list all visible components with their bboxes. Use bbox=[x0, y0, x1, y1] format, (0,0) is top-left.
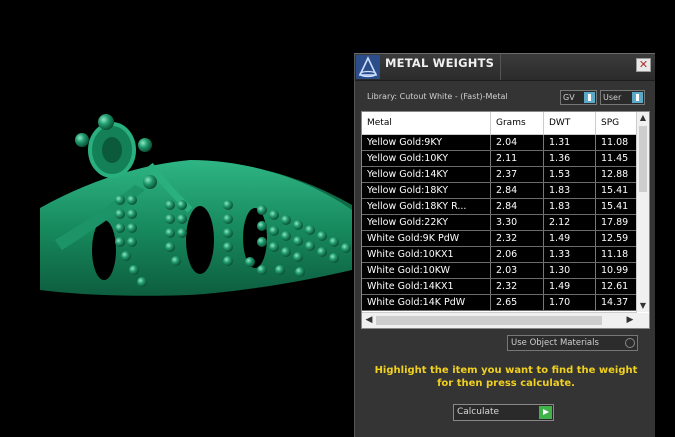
cell-metal: White Gold:10KX1 bbox=[362, 247, 491, 262]
scrollbar-corner bbox=[637, 313, 649, 328]
use-object-materials-toggle[interactable]: Use Object Materials bbox=[507, 335, 638, 351]
instruction-text: Highlight the item you want to find the … bbox=[374, 365, 638, 389]
3d-viewport[interactable] bbox=[0, 0, 355, 437]
cell-metal: White Gold:10KW bbox=[362, 263, 491, 278]
cell-spg: 15.41 bbox=[601, 185, 629, 196]
column-header-dwt[interactable]: DWT bbox=[544, 112, 596, 134]
table-row[interactable]: Yellow Gold:10KY 2.11 1.36 11.45 bbox=[362, 151, 637, 167]
cell-dwt: 1.49 bbox=[544, 279, 596, 294]
gv-toggle-indicator-icon bbox=[584, 92, 595, 103]
cell-metal: Yellow Gold:10KY bbox=[362, 151, 491, 166]
scroll-left-icon[interactable]: ◀ bbox=[362, 313, 376, 328]
table-row[interactable]: Yellow Gold:18KY R... 2.84 1.83 15.41 bbox=[362, 199, 637, 215]
close-button[interactable]: ✕ bbox=[636, 58, 651, 72]
cell-spg: 15.41 bbox=[601, 201, 629, 212]
cell-grams: 2.84 bbox=[491, 199, 544, 214]
cell-grams: 2.65 bbox=[491, 295, 544, 310]
table-header: Metal Grams DWT SPG bbox=[362, 112, 637, 135]
cell-grams: 2.03 bbox=[491, 263, 544, 278]
table-row[interactable]: Yellow Gold:9KY 2.04 1.31 11.08 bbox=[362, 135, 637, 151]
horizontal-scroll-thumb[interactable] bbox=[376, 316, 602, 325]
vertical-scroll-thumb[interactable] bbox=[639, 126, 647, 192]
cell-spg: 12.61 bbox=[601, 281, 629, 292]
metal-weights-table[interactable]: Metal Grams DWT SPG Yellow Gold:9KY 2.04 1… bbox=[361, 111, 650, 329]
cell-metal: White Gold:14KX1 bbox=[362, 279, 491, 294]
cell-spg: 11.45 bbox=[601, 153, 629, 164]
cell-spg: 11.18 bbox=[601, 249, 629, 260]
use-object-materials-label: Use Object Materials bbox=[511, 338, 599, 348]
scroll-down-icon[interactable]: ▼ bbox=[637, 300, 649, 312]
scroll-right-icon[interactable]: ▶ bbox=[623, 313, 637, 328]
cell-metal: Yellow Gold:14KY bbox=[362, 167, 491, 182]
cell-spg: 11.08 bbox=[601, 137, 629, 148]
calculate-button[interactable]: Calculate bbox=[453, 404, 554, 421]
cell-dwt: 1.49 bbox=[544, 231, 596, 246]
cell-metal: Yellow Gold:22KY bbox=[362, 215, 491, 230]
table-body: Yellow Gold:9KY 2.04 1.31 11.08 Yellow Gold:… bbox=[362, 135, 637, 311]
cell-spg: 14.37 bbox=[601, 297, 629, 308]
column-header-grams[interactable]: Grams bbox=[491, 112, 544, 134]
cell-spg: 17.89 bbox=[601, 217, 629, 228]
cell-grams: 2.06 bbox=[491, 247, 544, 262]
cell-metal: Yellow Gold:18KY bbox=[362, 183, 491, 198]
user-toggle-indicator-icon bbox=[632, 92, 643, 103]
play-icon bbox=[539, 406, 552, 419]
cell-dwt: 1.33 bbox=[544, 247, 596, 262]
user-toggle[interactable]: User bbox=[600, 90, 645, 105]
app-logo-icon bbox=[356, 55, 380, 79]
scroll-up-icon[interactable]: ▲ bbox=[637, 112, 649, 124]
column-header-metal[interactable]: Metal bbox=[362, 112, 491, 134]
cell-dwt: 1.83 bbox=[544, 183, 596, 198]
table-row[interactable]: White Gold:9K PdW 2.32 1.49 12.59 bbox=[362, 231, 637, 247]
vertical-scrollbar[interactable]: ▲ ▼ bbox=[636, 112, 649, 312]
library-label: Library: Cutout White - (Fast)-Metal bbox=[367, 92, 508, 101]
calculate-label: Calculate bbox=[457, 407, 500, 417]
cell-metal: Yellow Gold:9KY bbox=[362, 135, 491, 150]
column-header-spg[interactable]: SPG bbox=[596, 112, 637, 134]
cell-grams: 2.32 bbox=[491, 279, 544, 294]
title-bar[interactable]: METAL WEIGHTS ✕ bbox=[355, 54, 655, 81]
table-row[interactable]: White Gold:14KX1 2.32 1.49 12.61 bbox=[362, 279, 637, 295]
table-row[interactable]: Yellow Gold:18KY 2.84 1.83 15.41 bbox=[362, 183, 637, 199]
cell-metal: White Gold:9K PdW bbox=[362, 231, 491, 246]
cell-grams: 2.84 bbox=[491, 183, 544, 198]
cell-dwt: 2.12 bbox=[544, 215, 596, 230]
cell-dwt: 1.30 bbox=[544, 263, 596, 278]
cell-grams: 2.04 bbox=[491, 135, 544, 150]
cell-dwt: 1.31 bbox=[544, 135, 596, 150]
gv-toggle[interactable]: GV bbox=[560, 90, 597, 105]
title-separator bbox=[500, 54, 501, 80]
ring-model-render bbox=[40, 114, 352, 296]
cell-grams: 2.32 bbox=[491, 231, 544, 246]
cell-dwt: 1.70 bbox=[544, 295, 596, 310]
cell-grams: 2.37 bbox=[491, 167, 544, 182]
radio-indicator-icon bbox=[625, 338, 635, 348]
horizontal-scrollbar[interactable]: ◀ ▶ bbox=[362, 312, 637, 328]
cell-metal: Yellow Gold:18KY R... bbox=[362, 199, 491, 214]
cell-spg: 10.99 bbox=[601, 265, 629, 276]
cell-metal: White Gold:14K PdW bbox=[362, 295, 491, 310]
cell-spg: 12.59 bbox=[601, 233, 629, 244]
cell-spg: 12.88 bbox=[601, 169, 629, 180]
cell-grams: 3.30 bbox=[491, 215, 544, 230]
window-title: METAL WEIGHTS bbox=[385, 56, 495, 70]
table-row[interactable]: White Gold:10KW 2.03 1.30 10.99 bbox=[362, 263, 637, 279]
metal-weights-panel: METAL WEIGHTS ✕ Library: Cutout White - … bbox=[354, 53, 655, 437]
user-toggle-label: User bbox=[603, 93, 622, 102]
cell-dwt: 1.83 bbox=[544, 199, 596, 214]
table-row[interactable]: White Gold:14K PdW 2.65 1.70 14.37 bbox=[362, 295, 637, 311]
table-row[interactable]: White Gold:10KX1 2.06 1.33 11.18 bbox=[362, 247, 637, 263]
cell-dwt: 1.53 bbox=[544, 167, 596, 182]
cell-dwt: 1.36 bbox=[544, 151, 596, 166]
table-row[interactable]: Yellow Gold:22KY 3.30 2.12 17.89 bbox=[362, 215, 637, 231]
table-row[interactable]: Yellow Gold:14KY 2.37 1.53 12.88 bbox=[362, 167, 637, 183]
gv-toggle-label: GV bbox=[563, 93, 575, 102]
cell-grams: 2.11 bbox=[491, 151, 544, 166]
